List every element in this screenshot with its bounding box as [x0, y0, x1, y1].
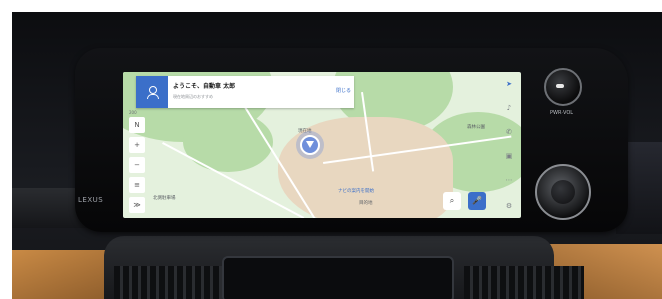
- phone-icon[interactable]: ✆: [503, 126, 515, 138]
- welcome-panel[interactable]: ようこそ、自動車 太郎 現在地周辺のおすすめ 閉じる: [136, 76, 354, 108]
- apps-icon[interactable]: ⋯: [503, 174, 515, 186]
- knob-label: PWR·VOL: [550, 110, 574, 116]
- navigation-icon[interactable]: ➤: [503, 78, 515, 90]
- brand-logo: LEXUS: [78, 196, 104, 204]
- map-forest-area: [183, 112, 273, 172]
- right-app-rail: ➤ ♪ ✆ ▣ ⋯ ⚙: [500, 76, 518, 216]
- welcome-title: ようこそ、自動車 太郎: [173, 83, 236, 90]
- map-scale: 200: [129, 110, 137, 115]
- map-place-label[interactable]: 北側駐車場: [153, 195, 176, 201]
- layers-button[interactable]: ≡: [129, 177, 145, 193]
- navigation-hint[interactable]: ナビの案内を開始: [338, 188, 374, 194]
- infotainment-screen[interactable]: ようこそ、自動車 太郎 現在地周辺のおすすめ 閉じる 200 N + − ≡ ≫…: [123, 72, 521, 218]
- avatar[interactable]: [136, 76, 168, 108]
- car-icon[interactable]: ▣: [503, 150, 515, 162]
- map-controls: N + − ≡ ≫: [129, 117, 145, 215]
- welcome-subtitle: 現在地周辺のおすすめ: [173, 94, 213, 99]
- zoom-out-button[interactable]: −: [129, 157, 145, 173]
- user-icon: [149, 86, 157, 94]
- current-location-marker[interactable]: [300, 135, 320, 155]
- collapse-button[interactable]: ≫: [129, 197, 145, 213]
- music-icon[interactable]: ♪: [503, 102, 515, 114]
- microphone-icon: 🎤: [472, 196, 482, 205]
- north-up-button[interactable]: N: [129, 117, 145, 133]
- direction-arrow-icon: [306, 141, 314, 148]
- power-volume-knob[interactable]: [544, 68, 582, 106]
- settings-icon[interactable]: ⚙: [503, 200, 515, 212]
- search-button[interactable]: ⌕: [443, 192, 461, 210]
- map-place-label[interactable]: 森林公園: [467, 124, 485, 130]
- air-vent-left: [114, 266, 234, 299]
- drive-mode-dial[interactable]: [535, 164, 591, 220]
- zoom-in-button[interactable]: +: [129, 137, 145, 153]
- map-place-label: 目的地: [359, 201, 373, 206]
- close-panel-button[interactable]: 閉じる: [336, 87, 351, 94]
- voice-button[interactable]: 🎤: [468, 192, 486, 210]
- search-icon: ⌕: [449, 196, 455, 205]
- air-vent-right: [464, 266, 584, 299]
- map-place-label: 現在地: [298, 129, 312, 134]
- center-display-bay: [222, 256, 454, 299]
